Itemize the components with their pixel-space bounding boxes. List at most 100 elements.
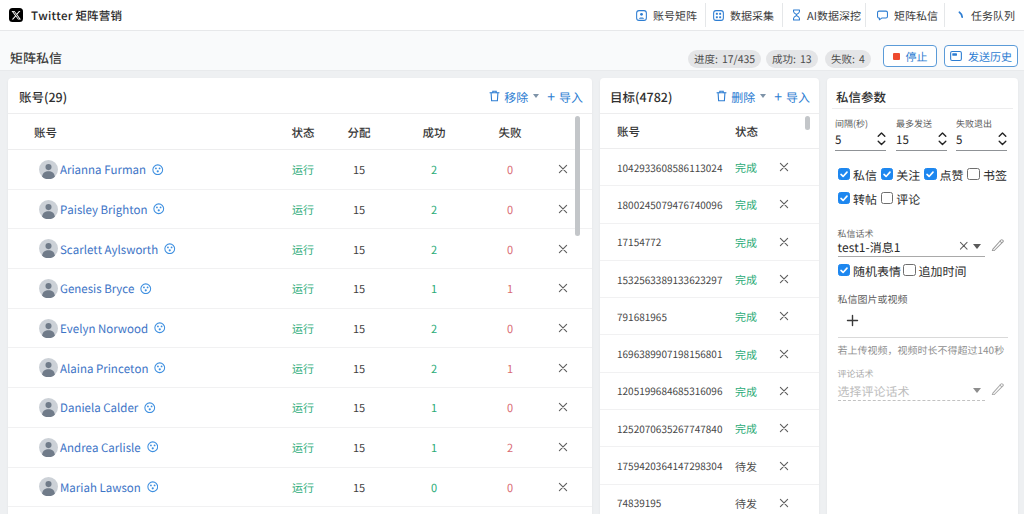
action-checkbox[interactable]: 书签	[967, 162, 1010, 186]
account-row: Scarlett Aylsworth Scarlett Aylsworth 运行…	[8, 229, 592, 269]
remove-target-row-button[interactable]	[776, 410, 792, 446]
targets-scrollbar[interactable]	[805, 116, 810, 130]
comment-script-select[interactable]: 选择评论话术	[838, 382, 910, 399]
remove-account-row-button[interactable]	[555, 150, 571, 189]
browser-badge-icon[interactable]	[152, 164, 164, 176]
browser-badge-icon[interactable]	[144, 402, 156, 414]
remove-account-row-button[interactable]	[555, 348, 571, 387]
browser-badge-icon[interactable]	[140, 283, 152, 295]
accounts-table-body: Arianna Furman Arianna Furman 运行 15 2 0	[8, 150, 592, 514]
nav-label: 数据采集	[730, 7, 774, 23]
remove-target-row-button[interactable]	[776, 149, 792, 185]
remove-account-row-button[interactable]	[555, 269, 571, 308]
account-status: 运行	[292, 388, 314, 427]
account-fail: 0	[507, 388, 513, 427]
remove-account-row-button[interactable]	[555, 190, 571, 229]
max-send-stepper[interactable]	[938, 130, 947, 148]
remove-target-row-button[interactable]	[776, 186, 792, 222]
stop-button[interactable]: 停止	[883, 45, 937, 67]
input-underline	[896, 150, 947, 151]
action-checkbox[interactable]: 评论	[881, 186, 924, 210]
remove-accounts-button[interactable]: 移除	[489, 88, 539, 105]
account-success: 1	[431, 269, 437, 308]
checkbox-icon[interactable]	[924, 168, 937, 181]
caret-down-icon[interactable]	[760, 94, 766, 98]
edit-dm-script-icon[interactable]	[990, 237, 1005, 252]
remove-account-row-button[interactable]	[555, 309, 571, 348]
target-status: 完成	[735, 410, 757, 446]
checkbox-icon[interactable]	[838, 192, 851, 205]
col-account: 账号	[617, 114, 640, 148]
browser-badge-icon[interactable]	[164, 243, 176, 255]
nav-separator	[705, 3, 706, 27]
remove-target-row-button[interactable]	[776, 485, 792, 514]
account-fail: 0	[507, 229, 513, 268]
browser-badge-icon[interactable]	[147, 441, 159, 453]
nav-matrix-dm[interactable]: 矩阵私信	[877, 0, 938, 30]
interval-input[interactable]	[835, 131, 871, 147]
dm-script-select[interactable]: test1-消息1	[838, 238, 901, 255]
browser-badge-icon[interactable]	[154, 322, 166, 334]
nav-account-matrix[interactable]: 账号矩阵	[636, 0, 697, 30]
remove-target-row-button[interactable]	[776, 447, 792, 483]
nav-data-collection[interactable]: 数据采集	[713, 0, 774, 30]
max-send-input[interactable]	[896, 131, 932, 147]
account-status: 运行	[292, 428, 314, 467]
import-targets-button[interactable]: + 导入	[774, 88, 810, 105]
upload-media-button[interactable]	[845, 313, 859, 327]
checkbox-icon[interactable]	[967, 168, 980, 181]
targets-header: 目标(4782) 删除 + 导入	[600, 78, 819, 114]
targets-table-header: 账号 状态	[600, 114, 819, 149]
remove-target-row-button[interactable]	[776, 224, 792, 260]
action-checkbox[interactable]: 关注	[881, 162, 924, 186]
browser-badge-icon[interactable]	[147, 481, 159, 493]
remove-account-row-button[interactable]	[555, 468, 571, 507]
select-caret-icon[interactable]	[973, 244, 981, 249]
edit-comment-script-icon[interactable]	[990, 381, 1005, 396]
checkbox-icon[interactable]	[881, 168, 894, 181]
fail-exit-input[interactable]	[956, 131, 992, 147]
checkbox-icon[interactable]	[838, 168, 851, 181]
app-title: Twitter 矩阵营销	[31, 0, 122, 30]
checkbox-label: 评论	[896, 190, 920, 207]
account-assigned: 15	[353, 229, 365, 268]
account-badge-holder: Genesis Bryce	[8, 269, 152, 308]
checkbox-label: 关注	[896, 166, 920, 183]
caret-down-icon[interactable]	[533, 94, 539, 98]
action-checkboxes: 私信 关注 点赞 书签 转帖	[838, 162, 1013, 210]
option-checkbox[interactable]: 随机表情	[838, 258, 904, 282]
nav-task-queue[interactable]: 任务队列	[958, 0, 1015, 30]
remove-target-row-button[interactable]	[776, 261, 792, 297]
hourglass-icon	[792, 9, 801, 21]
nav-ai-mining[interactable]: AI数据深挖	[792, 0, 861, 30]
checkbox-icon[interactable]	[903, 264, 916, 277]
checkbox-icon[interactable]	[881, 192, 894, 205]
action-checkbox[interactable]: 点赞	[924, 162, 967, 186]
delete-targets-button[interactable]: 删除	[716, 88, 766, 105]
browser-badge-icon[interactable]	[154, 362, 166, 374]
remove-account-row-button[interactable]	[555, 229, 571, 268]
interval-field: 间隔(秒)	[835, 108, 886, 151]
account-assigned: 15	[353, 348, 365, 387]
checkbox-icon[interactable]	[838, 264, 851, 277]
remove-target-row-button[interactable]	[776, 335, 792, 371]
remove-target-row-button[interactable]	[776, 373, 792, 409]
interval-stepper[interactable]	[877, 130, 886, 148]
action-checkbox[interactable]: 转帖	[838, 186, 881, 210]
action-checkbox[interactable]: 私信	[838, 162, 881, 186]
target-id: 1042933608586113024	[617, 149, 722, 185]
account-badge-holder: Daniela Calder	[8, 388, 156, 427]
accounts-header: 账号(29) 移除 + 导入	[8, 78, 592, 114]
option-checkbox[interactable]: 追加时间	[903, 258, 969, 282]
remove-account-row-button[interactable]	[555, 428, 571, 467]
remove-account-row-button[interactable]	[555, 388, 571, 427]
upload-underline	[838, 337, 1008, 338]
import-accounts-button[interactable]: + 导入	[547, 88, 583, 105]
fail-exit-stepper[interactable]	[998, 130, 1007, 148]
accounts-scrollbar[interactable]	[575, 116, 580, 236]
remove-target-row-button[interactable]	[776, 298, 792, 334]
comment-select-underline	[838, 400, 986, 401]
send-history-button[interactable]: 发送历史	[944, 45, 1018, 67]
clear-icon[interactable]	[958, 240, 969, 251]
browser-badge-icon[interactable]	[153, 203, 165, 215]
